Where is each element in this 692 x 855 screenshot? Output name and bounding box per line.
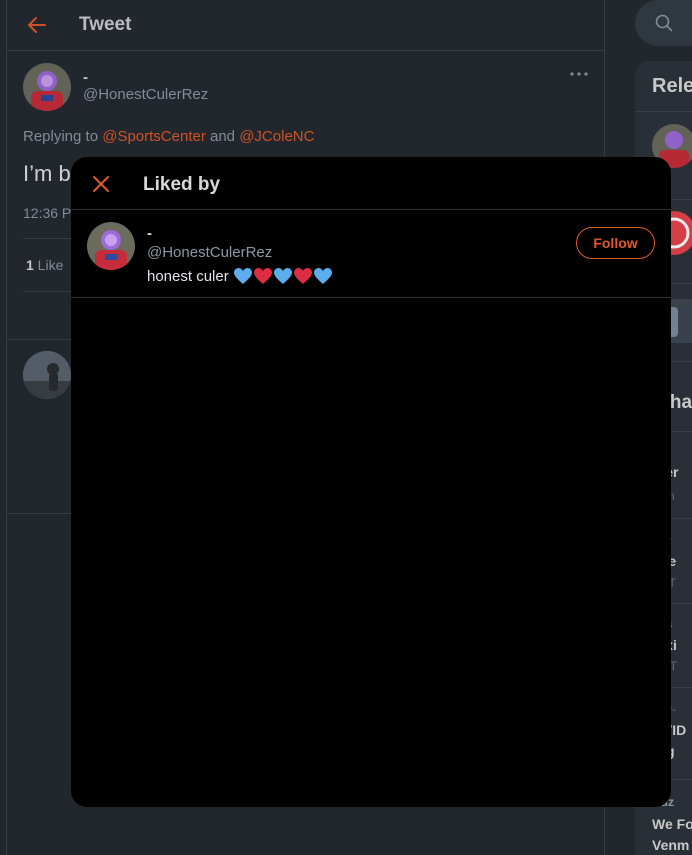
bio-emojis <box>233 268 332 285</box>
user-bio-text: honest culer <box>147 268 229 285</box>
blue-heart-icon <box>233 268 252 284</box>
user-bio: honest culer <box>147 268 332 285</box>
user-handle[interactable]: @HonestCulerRez <box>147 244 272 261</box>
red-heart-icon <box>293 268 312 284</box>
blue-heart-icon <box>273 268 292 284</box>
avatar[interactable] <box>87 222 135 270</box>
follow-button[interactable]: Follow <box>576 227 655 259</box>
blue-heart-icon <box>313 268 332 284</box>
close-icon[interactable] <box>90 173 112 195</box>
red-heart-icon <box>253 268 272 284</box>
user-name[interactable]: - <box>147 225 152 242</box>
user-list-item[interactable]: - @HonestCulerRez honest culer Follow <box>71 210 671 298</box>
modal-header: Liked by <box>71 157 671 210</box>
liked-by-modal: Liked by - @HonestCulerRez honest culer <box>71 157 671 807</box>
modal-title: Liked by <box>143 174 221 195</box>
